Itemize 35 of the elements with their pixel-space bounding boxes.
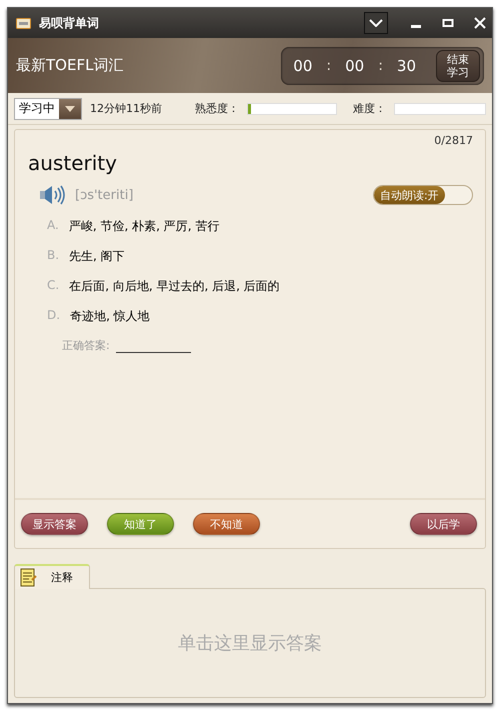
familiarity-label: 熟悉度： — [195, 101, 239, 116]
speaker-icon[interactable] — [39, 185, 65, 205]
notes-tab[interactable]: 注释 — [14, 564, 90, 589]
deck-title: 最新TOEFL词汇 — [16, 56, 124, 75]
answer-option[interactable]: A. 严峻, 节俭, 朴素, 严厉, 苦行 — [28, 218, 473, 235]
unknown-button[interactable]: 不知道 — [193, 513, 260, 535]
later-button[interactable]: 以后学 — [410, 513, 477, 535]
app-icon — [16, 18, 31, 28]
answer-option[interactable]: B. 先生, 阁下 — [28, 248, 473, 265]
end-study-button[interactable]: 结束学习 — [436, 50, 480, 82]
timer-digits: 30 — [396, 56, 416, 74]
phonetic-text: [ɔs'teriti] — [75, 188, 134, 202]
status-dropdown[interactable]: 学习中 — [14, 98, 82, 120]
difficulty-label: 难度： — [353, 101, 386, 116]
word-counter: 0/2817 — [434, 134, 473, 147]
notepad-icon — [20, 568, 37, 587]
timer-separator: : — [378, 58, 383, 74]
word-title: austerity — [28, 151, 117, 175]
auto-read-toggle[interactable]: 自动朗读:开 — [373, 185, 473, 205]
close-icon — [474, 17, 486, 29]
notes-hint: 单击这里显示答案 — [178, 632, 322, 655]
maximize-icon — [442, 17, 454, 29]
time-ago: 12分钟11秒前 — [90, 101, 162, 116]
minimize-icon — [411, 25, 421, 28]
show-button[interactable]: 显示答案 — [21, 513, 88, 535]
timer-digits: 00 — [293, 56, 312, 74]
answer-label: 正确答案: — [62, 338, 110, 353]
timer-separator: : — [326, 58, 332, 74]
timer-digits: 00 — [345, 56, 364, 74]
chevron-icon — [369, 19, 383, 27]
dropdown-button[interactable] — [364, 12, 388, 34]
caret-icon — [65, 106, 75, 112]
window-title: 易呗背单词 — [39, 14, 100, 32]
answer-option[interactable]: C. 在后面, 向后地, 早过去的, 后退, 后面的 — [28, 278, 473, 295]
answer-option[interactable]: D. 奇迹地, 惊人地 — [28, 308, 473, 325]
